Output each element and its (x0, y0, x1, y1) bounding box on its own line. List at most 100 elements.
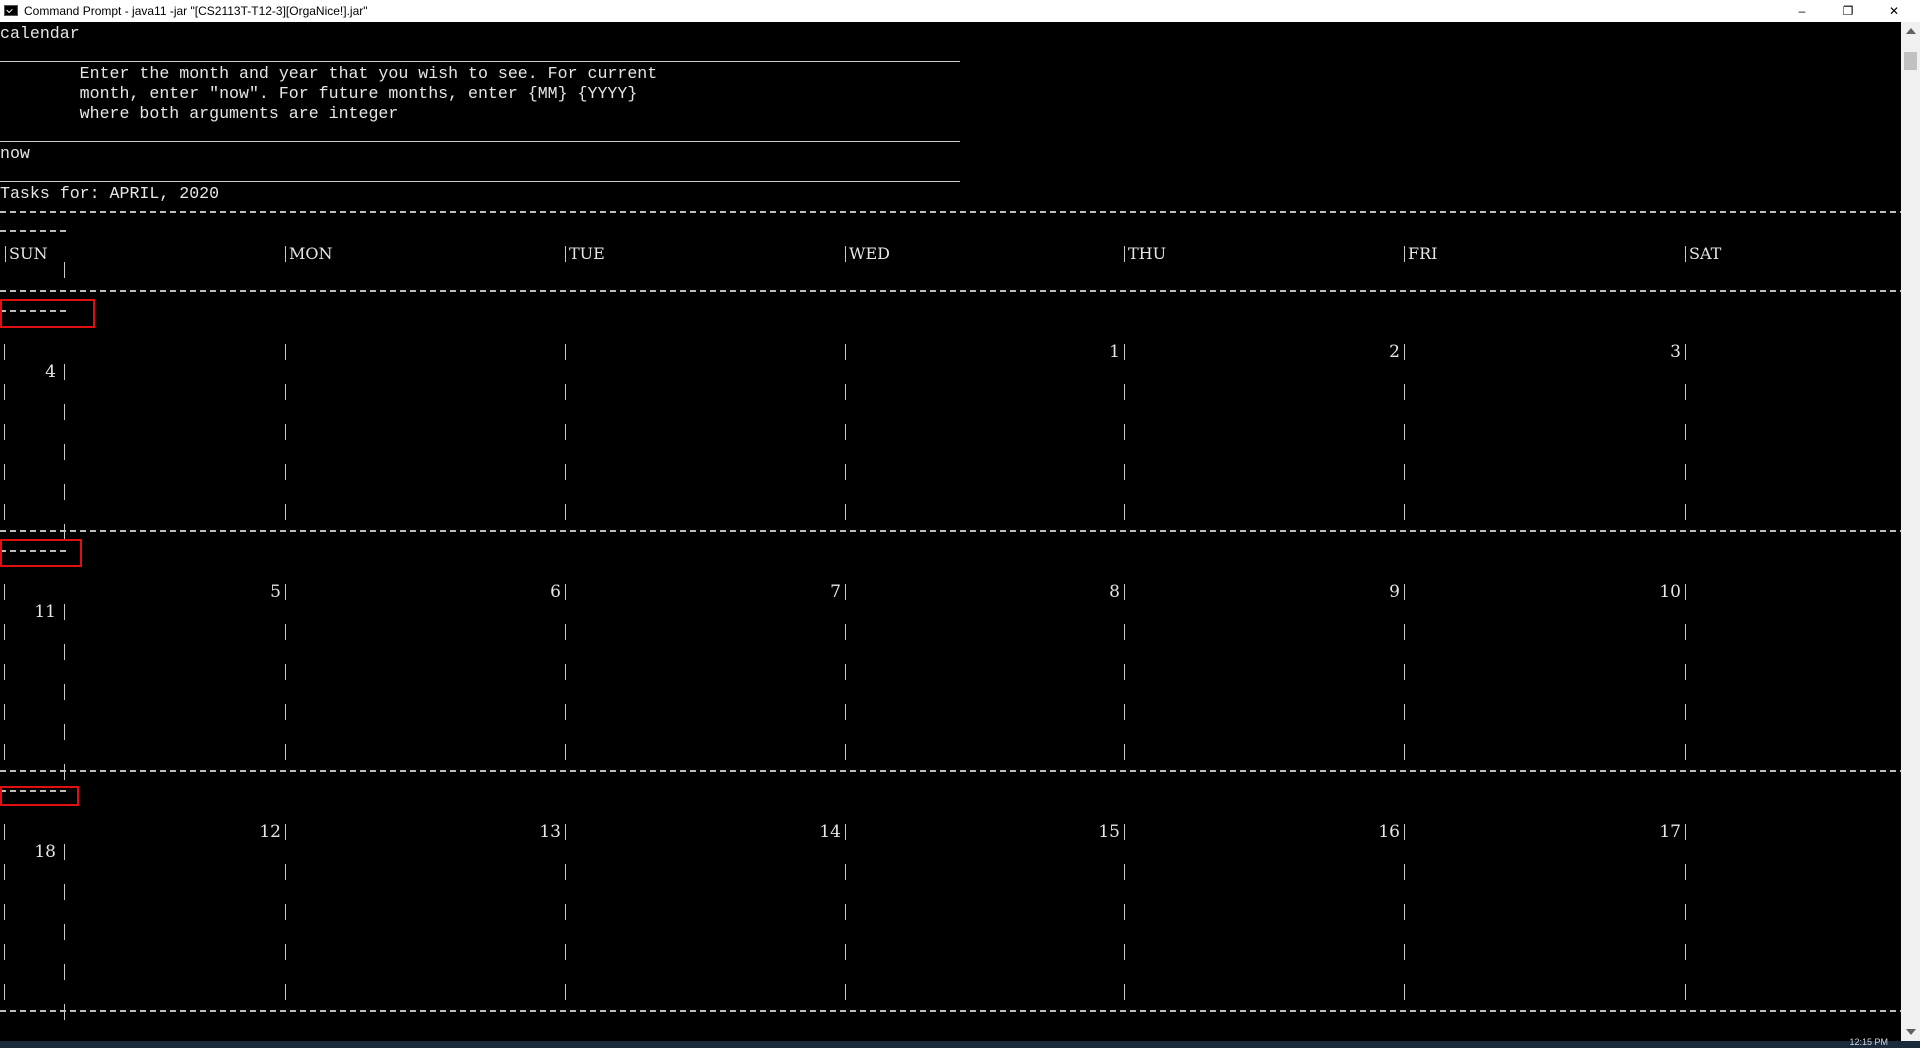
day-number: 17 (1659, 822, 1681, 842)
day-of-week-fri: FRI (1408, 244, 1438, 263)
day-number: 11 (34, 602, 56, 622)
column-separator (64, 1004, 65, 1020)
column-separator (845, 504, 846, 520)
column-separator (565, 384, 566, 400)
column-separator (1404, 704, 1405, 720)
column-separator (4, 664, 5, 680)
day-number: 14 (819, 822, 841, 842)
maximize-button[interactable]: ❐ (1825, 0, 1871, 22)
column-separator (565, 824, 566, 840)
column-separator (845, 664, 846, 680)
scroll-down-icon[interactable] (1906, 1029, 1916, 1035)
column-separator (285, 504, 286, 520)
column-separator (64, 404, 65, 420)
column-separator (1404, 624, 1405, 640)
column-separator (64, 484, 65, 500)
column-separator (1124, 904, 1125, 920)
column-separator (64, 844, 65, 860)
console-area[interactable]: calendar Enter the month and year that y… (0, 22, 1901, 1041)
column-separator (845, 824, 846, 840)
scrollbar[interactable] (1901, 22, 1920, 1041)
column-separator (1124, 624, 1125, 640)
column-separator (1404, 504, 1405, 520)
column-separator (1404, 246, 1405, 262)
column-separator (845, 246, 846, 262)
column-separator (1124, 944, 1125, 960)
column-separator (285, 944, 286, 960)
divider-line (0, 290, 1901, 292)
column-separator (845, 344, 846, 360)
day-number: 10 (1659, 582, 1681, 602)
column-separator (285, 344, 286, 360)
minimize-button[interactable]: – (1779, 0, 1825, 22)
column-separator (4, 704, 5, 720)
column-separator (285, 744, 286, 760)
column-separator (565, 584, 566, 600)
day-of-week-thu: THU (1128, 244, 1167, 263)
column-separator (285, 704, 286, 720)
close-button[interactable]: ✕ (1871, 0, 1917, 22)
column-separator (64, 684, 65, 700)
column-separator (1685, 664, 1686, 680)
column-separator (4, 904, 5, 920)
column-separator (4, 864, 5, 880)
column-separator (1404, 744, 1405, 760)
column-separator (285, 246, 286, 262)
column-separator (565, 664, 566, 680)
column-separator (565, 246, 566, 262)
scroll-up-icon[interactable] (1906, 28, 1916, 34)
column-separator (845, 704, 846, 720)
column-separator (4, 984, 5, 1000)
column-separator (4, 824, 5, 840)
day-of-week-mon: MON (289, 244, 333, 263)
column-separator (565, 624, 566, 640)
help-line: month, enter "now". For future months, e… (0, 84, 638, 103)
column-separator (565, 504, 566, 520)
column-separator (4, 744, 5, 760)
day-number: 13 (539, 822, 561, 842)
column-separator (1404, 944, 1405, 960)
column-separator (285, 384, 286, 400)
command-prompt-icon (4, 5, 18, 16)
column-separator (285, 864, 286, 880)
day-number: 8 (1109, 582, 1120, 602)
column-separator (285, 984, 286, 1000)
column-separator (565, 424, 566, 440)
divider-line (0, 530, 1901, 532)
column-separator (845, 984, 846, 1000)
column-separator (64, 884, 65, 900)
column-separator (285, 624, 286, 640)
command-text: calendar (0, 24, 80, 43)
column-separator (64, 364, 65, 380)
column-separator (64, 604, 65, 620)
help-line: where both arguments are integer (0, 104, 399, 123)
column-separator (1685, 246, 1686, 262)
highlight-box (0, 786, 79, 806)
column-separator (565, 864, 566, 880)
divider-line (0, 1010, 1901, 1012)
column-separator (4, 624, 5, 640)
column-separator (1124, 424, 1125, 440)
column-separator (4, 584, 5, 600)
column-separator (1685, 944, 1686, 960)
scrollbar-thumb[interactable] (1904, 52, 1917, 70)
column-separator (1685, 504, 1686, 520)
tasks-header: Tasks for: APRIL, 2020 (0, 184, 220, 203)
day-number: 9 (1389, 582, 1400, 602)
column-separator (1124, 664, 1125, 680)
day-number: 1 (1109, 342, 1120, 362)
column-separator (285, 464, 286, 480)
day-number: 4 (45, 362, 56, 382)
column-separator (1685, 864, 1686, 880)
column-separator (565, 984, 566, 1000)
column-separator (64, 724, 65, 740)
column-separator (1685, 464, 1686, 480)
day-number: 6 (550, 582, 561, 602)
help-line: Enter the month and year that you wish t… (0, 64, 658, 83)
column-separator (1124, 744, 1125, 760)
column-separator (64, 444, 65, 460)
column-separator (565, 704, 566, 720)
column-separator (64, 524, 65, 540)
divider-line (0, 211, 1901, 213)
day-of-week-tue: TUE (569, 244, 605, 263)
